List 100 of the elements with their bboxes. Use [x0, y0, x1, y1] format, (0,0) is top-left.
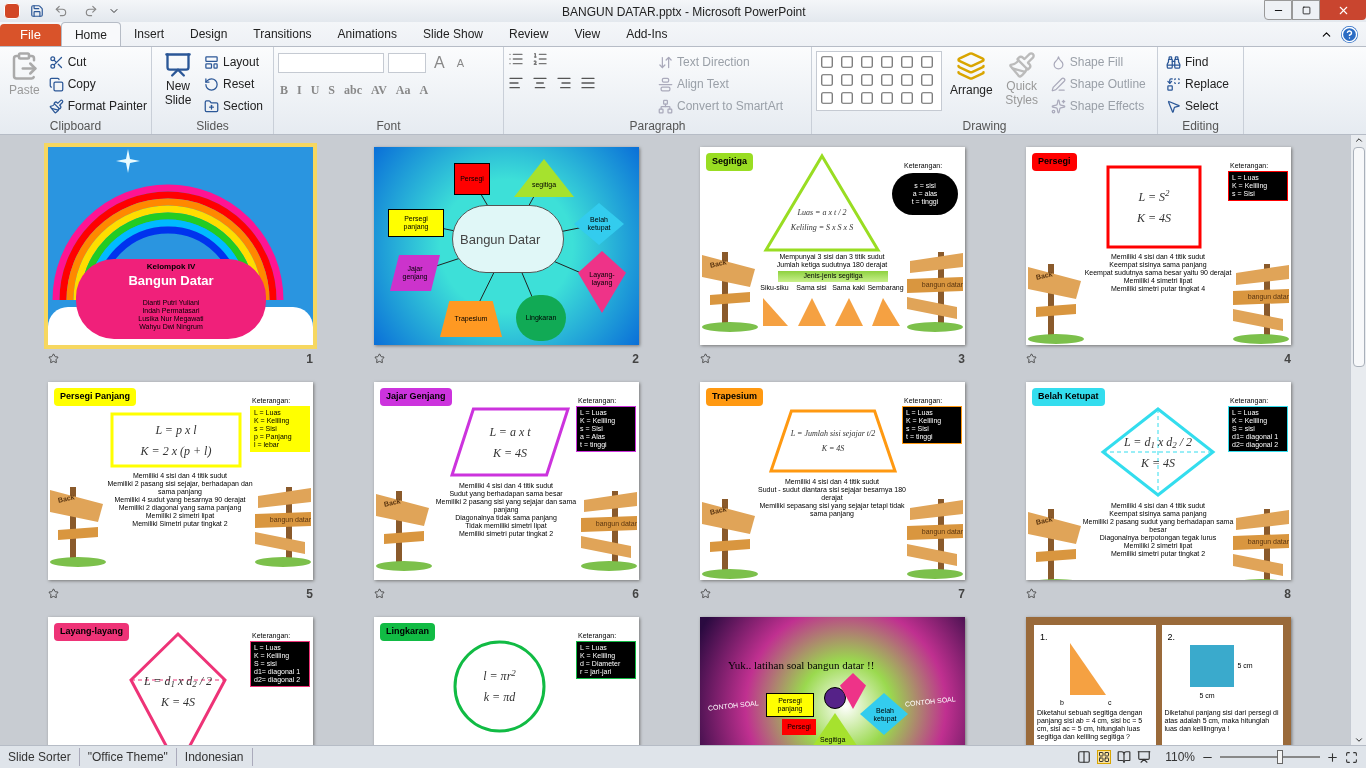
ribbon-tab[interactable]: Review [496, 22, 562, 46]
slide-number: 6 [632, 585, 639, 603]
shape-icon[interactable] [920, 73, 934, 87]
status-text: Indonesian [176, 748, 253, 766]
font-name-field[interactable] [278, 53, 384, 73]
app-logo-icon [4, 3, 20, 19]
formula: Luas = a x t / 2 [797, 206, 847, 219]
undo-icon[interactable] [54, 4, 68, 18]
numbering-icon[interactable] [532, 51, 548, 67]
new-slide-button[interactable]: New Slide [156, 51, 200, 117]
slide-title: Lingkaran [380, 623, 435, 641]
shape-icon[interactable] [860, 73, 874, 87]
group-label: Font [375, 118, 402, 134]
scroll-thumb[interactable] [1352, 147, 1365, 367]
slides-button[interactable]: Reset [204, 73, 264, 95]
question-number: 1. [1040, 631, 1048, 644]
close-button[interactable] [1320, 0, 1366, 20]
save-icon[interactable] [30, 4, 44, 18]
shape-icon[interactable] [880, 91, 894, 105]
brush-icon [1007, 51, 1036, 79]
clipboard-button[interactable]: Cut [48, 51, 147, 73]
shape-icon[interactable] [900, 55, 914, 69]
shape-icon[interactable] [920, 55, 934, 69]
ribbon-tab[interactable]: Slide Show [409, 22, 496, 46]
ribbon-tab[interactable]: Home [60, 22, 121, 46]
shape-icon[interactable] [900, 91, 914, 105]
align-left-icon[interactable] [508, 75, 524, 91]
group-label: Paragraph [628, 118, 687, 134]
ribbon-tab[interactable]: View [561, 22, 614, 46]
slide-number: 4 [1284, 350, 1291, 368]
normal-view-icon[interactable] [1077, 750, 1092, 764]
help-icon[interactable] [1341, 25, 1358, 43]
ribbon-tab[interactable]: Animations [324, 22, 410, 46]
binoculars-icon [1166, 54, 1181, 70]
file-tab[interactable]: File [0, 24, 61, 46]
ribbon-tab[interactable]: Design [177, 22, 241, 46]
ribbon-tab[interactable]: Add-Ins [613, 22, 681, 46]
slides-button[interactable]: Section [204, 95, 264, 117]
slide-title: Jajar Genjang [380, 388, 452, 406]
scrollbar[interactable] [1350, 135, 1366, 745]
shapes-gallery[interactable] [816, 51, 942, 111]
shape-icon[interactable] [840, 91, 854, 105]
scroll-up-icon[interactable] [1353, 135, 1364, 145]
zoom-level[interactable]: 110% [1165, 748, 1195, 766]
slide-title: Segitiga [706, 153, 753, 171]
align-center-icon[interactable] [532, 75, 548, 91]
shape-icon[interactable] [820, 55, 834, 69]
ribbon-tab[interactable]: Transitions [240, 22, 325, 46]
group-label: Editing [1181, 118, 1220, 134]
shape-icon[interactable] [880, 55, 894, 69]
text-direction-icon [658, 54, 673, 70]
editing-button[interactable]: Replace [1166, 73, 1230, 95]
formula: L = d$_{1}$ x d$_{2}$ / 2 [1123, 433, 1193, 451]
shape-icon[interactable] [820, 73, 834, 87]
pointer-icon [1166, 98, 1181, 114]
layout-icon [204, 54, 219, 70]
transition-star-icon [48, 353, 59, 364]
window-title: BANGUN DATAR.pptx - Microsoft PowerPoint [562, 4, 806, 21]
zoom-slider[interactable] [1220, 750, 1320, 764]
reading-view-icon[interactable] [1117, 750, 1132, 764]
sparkle-drawing [116, 149, 140, 173]
clipboard-button[interactable]: Copy [48, 73, 147, 95]
arrange-button[interactable]: Arrange [950, 51, 993, 117]
formula: K = 4S [492, 444, 528, 462]
triangle-drawing [1068, 641, 1108, 697]
clipboard-button[interactable]: Format Painter [48, 95, 147, 117]
slide-sorter-icon[interactable] [1097, 750, 1112, 764]
justify-icon[interactable] [580, 75, 596, 91]
smartart-icon [658, 98, 673, 114]
align-right-icon[interactable] [556, 75, 572, 91]
minimize-button[interactable] [1264, 0, 1292, 20]
slide-number: 1 [306, 350, 313, 368]
shape-icon[interactable] [860, 55, 874, 69]
restore-button[interactable] [1292, 0, 1320, 20]
formula: K = 2 x (p + l) [140, 442, 212, 460]
shape-icon[interactable] [880, 73, 894, 87]
transition-star-icon [48, 588, 59, 599]
shape-icon[interactable] [860, 91, 874, 105]
shape-icon[interactable] [840, 55, 854, 69]
zoom-thumb[interactable] [1277, 750, 1283, 764]
editing-button[interactable]: Select [1166, 95, 1230, 117]
scroll-down-icon[interactable] [1353, 735, 1364, 745]
redo-icon[interactable] [84, 4, 98, 18]
slide-title: Belah Ketupat [1032, 388, 1105, 406]
shape-icon[interactable] [820, 91, 834, 105]
arrange-icon [956, 51, 987, 81]
shape-icon[interactable] [840, 73, 854, 87]
shape-icon[interactable] [920, 91, 934, 105]
shape-icon[interactable] [900, 73, 914, 87]
ribbon-tab[interactable]: Insert [120, 22, 177, 46]
bullets-icon[interactable] [508, 51, 524, 67]
editing-button[interactable]: Find [1166, 51, 1230, 73]
slideshow-icon[interactable] [1137, 750, 1152, 764]
zoom-in-icon[interactable] [1326, 750, 1339, 764]
font-size-field[interactable] [388, 53, 426, 73]
fit-window-icon[interactable] [1345, 750, 1358, 764]
formula: l = πr$^{2}$ [483, 667, 516, 685]
cover-title: Bangun Datar [127, 272, 215, 290]
quiz-title: Yuk.. latihan soal bangun datar !! [728, 658, 875, 673]
slides-button[interactable]: Layout [204, 51, 264, 73]
